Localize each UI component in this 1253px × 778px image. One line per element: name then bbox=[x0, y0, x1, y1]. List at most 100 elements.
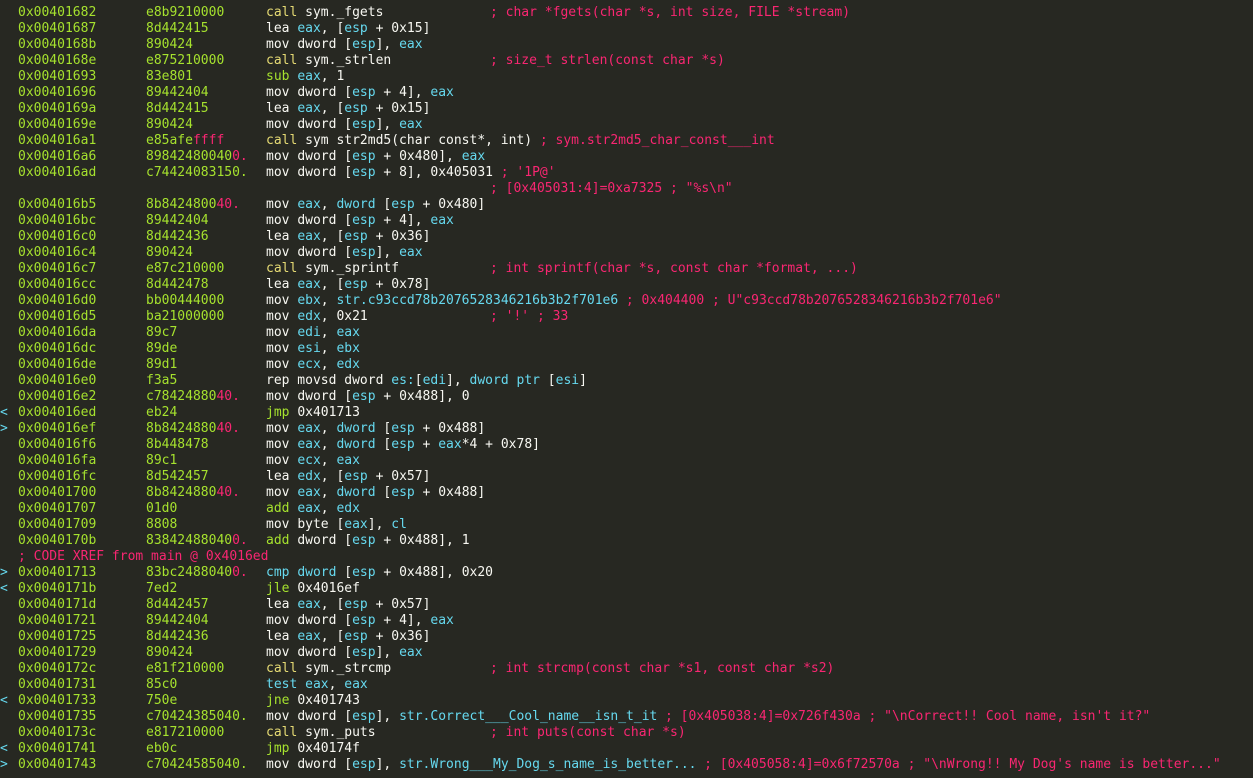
disasm-row[interactable]: 0x0040173c e817210000 call sym._puts ; int … bbox=[0, 725, 1253, 741]
disasm-row[interactable]: <0x00401733 750e jne 0x401743 bbox=[0, 693, 1253, 709]
operand-register[interactable]: edx bbox=[336, 501, 359, 516]
disasm-row[interactable]: 0x00401693 83e801 sub eax, 1 bbox=[0, 69, 1253, 85]
operand-register[interactable]: esp bbox=[391, 421, 414, 436]
operand-register[interactable]: dword bbox=[297, 565, 336, 580]
address[interactable]: 0x0040173c bbox=[18, 725, 96, 741]
operand-register[interactable]: esp bbox=[352, 757, 375, 772]
address[interactable]: 0x00401696 bbox=[18, 85, 96, 101]
address[interactable]: 0x004016d5 bbox=[18, 309, 96, 325]
operand-register[interactable]: edx bbox=[336, 357, 359, 372]
address[interactable]: 0x004016c0 bbox=[18, 229, 96, 245]
operand-register[interactable]: esp bbox=[352, 149, 375, 164]
disasm-row[interactable]: 0x004016ad c74424083150. mov dword [esp + … bbox=[0, 165, 1253, 181]
address[interactable]: 0x004016f6 bbox=[18, 437, 96, 453]
operand-register[interactable]: esp bbox=[391, 485, 414, 500]
address[interactable]: 0x0040172c bbox=[18, 661, 96, 677]
operand-register[interactable]: esp bbox=[344, 101, 367, 116]
operand-register[interactable]: str.Wrong___My_Dog_s_name_is_better... bbox=[399, 757, 696, 772]
disasm-row[interactable]: 0x004016c4 890424 mov dword [esp], eax bbox=[0, 245, 1253, 261]
operand-register[interactable]: eax bbox=[430, 213, 453, 228]
address[interactable]: 0x004016ad bbox=[18, 165, 96, 181]
operand-register[interactable]: esp bbox=[352, 645, 375, 660]
disasm-row[interactable]: 0x0040170b 838424880400. add dword [esp + … bbox=[0, 533, 1253, 549]
address[interactable]: 0x0040168b bbox=[18, 37, 96, 53]
disasm-row[interactable]: 0x004016cc 8d442478 lea eax, [esp + 0x78] bbox=[0, 277, 1253, 293]
address[interactable]: 0x0040169e bbox=[18, 117, 96, 133]
address[interactable]: 0x004016c4 bbox=[18, 245, 96, 261]
disasm-row[interactable]: <0x0040171b 7ed2 jle 0x4016ef bbox=[0, 581, 1253, 597]
disasm-row[interactable]: ; CODE XREF from main @ 0x4016ed bbox=[0, 549, 1253, 565]
address[interactable]: 0x00401733 bbox=[18, 693, 96, 709]
address[interactable]: 0x00401741 bbox=[18, 741, 96, 757]
operand-register[interactable]: eax bbox=[297, 197, 320, 212]
address[interactable]: 0x00401709 bbox=[18, 517, 96, 533]
disasm-row[interactable]: 0x00401700 8b842488040. mov eax, dword [es… bbox=[0, 485, 1253, 501]
operand-register[interactable]: esp bbox=[352, 565, 375, 580]
disasm-row[interactable]: 0x0040172c e81f210000 call sym._strcmp ; in… bbox=[0, 661, 1253, 677]
operand-register[interactable]: eax bbox=[297, 69, 320, 84]
operand-register[interactable]: eax bbox=[297, 629, 320, 644]
operand-register[interactable]: eax bbox=[297, 101, 320, 116]
address[interactable]: 0x004016de bbox=[18, 357, 96, 373]
operand-register[interactable]: eax bbox=[344, 677, 367, 692]
operand-register[interactable]: ebx bbox=[336, 341, 359, 356]
address[interactable]: 0x004016dc bbox=[18, 341, 96, 357]
disasm-row[interactable]: ; [0x405031:4]=0xa7325 ; "%s\n" bbox=[0, 181, 1253, 197]
disasm-row[interactable]: 0x00401721 89442404 mov dword [esp + 4], e… bbox=[0, 613, 1253, 629]
operand-register[interactable]: esp bbox=[344, 21, 367, 36]
disasm-row[interactable]: 0x00401709 8808 mov byte [eax], cl bbox=[0, 517, 1253, 533]
address[interactable]: 0x004016fa bbox=[18, 453, 96, 469]
operand-register[interactable]: eax bbox=[399, 117, 422, 132]
operand-register[interactable]: esi bbox=[297, 341, 320, 356]
disasm-row[interactable]: 0x004016fa 89c1 mov ecx, eax bbox=[0, 453, 1253, 469]
operand-register[interactable]: esp bbox=[352, 117, 375, 132]
disasm-row[interactable]: 0x004016d0 bb00444000 mov ebx, str.c93ccd7… bbox=[0, 293, 1253, 309]
operand-register[interactable]: eax bbox=[430, 85, 453, 100]
address[interactable]: 0x0040171d bbox=[18, 597, 96, 613]
operand-register[interactable]: esp bbox=[352, 613, 375, 628]
disasm-row[interactable]: 0x00401696 89442404 mov dword [esp + 4], e… bbox=[0, 85, 1253, 101]
operand-register[interactable]: dword bbox=[336, 485, 375, 500]
operand-register[interactable]: esp bbox=[352, 533, 375, 548]
address[interactable]: 0x0040171b bbox=[18, 581, 96, 597]
operand-register[interactable]: eax bbox=[344, 517, 367, 532]
operand-register[interactable]: eax bbox=[336, 325, 359, 340]
address[interactable]: 0x00401687 bbox=[18, 21, 96, 37]
operand-register[interactable]: esp bbox=[391, 197, 414, 212]
address[interactable]: 0x00401713 bbox=[18, 565, 96, 581]
operand-register[interactable]: edi bbox=[423, 373, 446, 388]
operand-register[interactable]: dword bbox=[336, 197, 375, 212]
operand-register[interactable]: eax bbox=[297, 277, 320, 292]
operand-register[interactable]: eax bbox=[399, 245, 422, 260]
operand-register[interactable]: esp bbox=[391, 437, 414, 452]
address[interactable]: 0x00401731 bbox=[18, 677, 96, 693]
address[interactable]: 0x004016bc bbox=[18, 213, 96, 229]
disasm-row[interactable]: 0x004016d5 ba21000000 mov edx, 0x21 ; '!' ;… bbox=[0, 309, 1253, 325]
disasm-row[interactable]: 0x00401731 85c0 test eax, eax bbox=[0, 677, 1253, 693]
disasm-row[interactable]: 0x004016da 89c7 mov edi, eax bbox=[0, 325, 1253, 341]
disasm-row[interactable]: 0x004016a6 898424800400. mov dword [esp + … bbox=[0, 149, 1253, 165]
disasm-row[interactable]: 0x00401707 01d0 add eax, edx bbox=[0, 501, 1253, 517]
disasm-row[interactable]: 0x004016f6 8b448478 mov eax, dword [esp + … bbox=[0, 437, 1253, 453]
disasm-row[interactable]: 0x004016a1 e85afeffff call sym str2md5(cha… bbox=[0, 133, 1253, 149]
disasm-row[interactable]: 0x0040168e e875210000 call sym._strlen ; si… bbox=[0, 53, 1253, 69]
disasm-row[interactable]: 0x004016c7 e87c210000 call sym._sprintf ; i… bbox=[0, 261, 1253, 277]
disasm-row[interactable]: <0x004016ed eb24 jmp 0x401713 bbox=[0, 405, 1253, 421]
address[interactable]: 0x004016fc bbox=[18, 469, 96, 485]
operand-register[interactable]: eax bbox=[399, 37, 422, 52]
disasm-row[interactable]: >0x004016ef 8b842488040. mov eax, dword [e… bbox=[0, 421, 1253, 437]
operand-register[interactable]: eax bbox=[399, 645, 422, 660]
operand-register[interactable]: eax bbox=[336, 453, 359, 468]
disasm-row[interactable]: <0x00401741 eb0c jmp 0x40174f bbox=[0, 741, 1253, 757]
operand-register[interactable]: esp bbox=[344, 277, 367, 292]
operand-register[interactable]: eax bbox=[297, 421, 320, 436]
address[interactable]: 0x00401743 bbox=[18, 757, 96, 773]
address[interactable]: 0x004016ef bbox=[18, 421, 96, 437]
address[interactable]: 0x00401700 bbox=[18, 485, 96, 501]
operand-register[interactable]: eax bbox=[430, 613, 453, 628]
address[interactable]: 0x00401729 bbox=[18, 645, 96, 661]
operand-register[interactable]: esi bbox=[556, 373, 579, 388]
address[interactable]: 0x004016e0 bbox=[18, 373, 96, 389]
address[interactable]: 0x00401721 bbox=[18, 613, 96, 629]
disasm-row[interactable]: >0x00401713 83bc24880400. cmp dword [esp +… bbox=[0, 565, 1253, 581]
